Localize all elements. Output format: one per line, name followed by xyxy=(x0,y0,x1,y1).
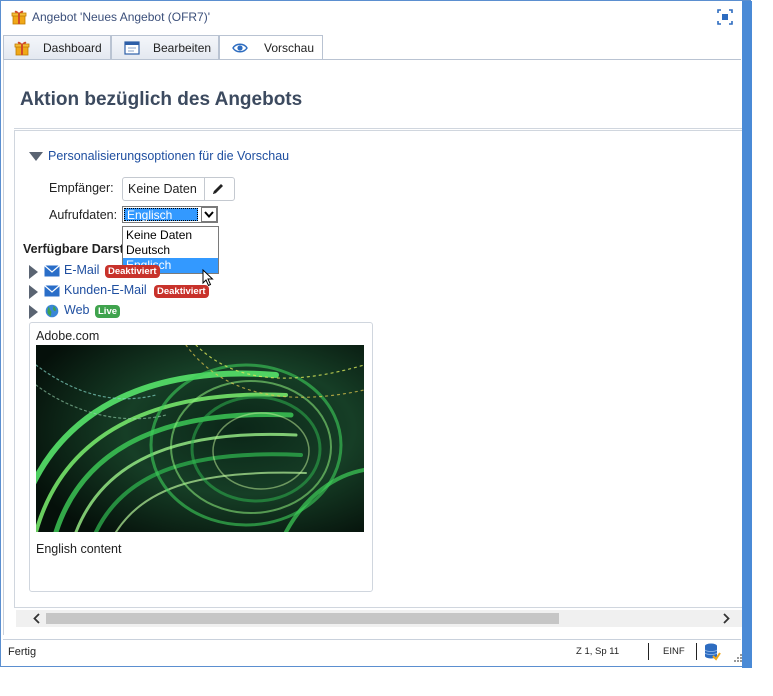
separator xyxy=(204,178,205,200)
separator xyxy=(648,643,649,660)
title-bar: Angebot 'Neues Angebot (OFR7)' xyxy=(1,1,741,33)
separator xyxy=(696,643,697,660)
channel-label: E-Mail xyxy=(64,263,100,277)
maximize-icon[interactable] xyxy=(717,9,733,25)
envelope-icon xyxy=(44,265,60,277)
personalization-label: Personalisierungsoptionen für die Vorsch… xyxy=(48,149,290,163)
dropdown-option[interactable]: Deutsch xyxy=(123,243,218,258)
window-title: Angebot 'Neues Angebot (OFR7)' xyxy=(32,10,211,24)
tab-edit[interactable]: Bearbeiten xyxy=(111,35,219,60)
chevron-down-icon[interactable] xyxy=(201,207,217,222)
form-window-icon xyxy=(124,41,140,55)
channel-customer-email[interactable]: Kunden-E-Mail Deaktiviert xyxy=(29,282,229,300)
personalization-panel: Personalisierungsoptionen für die Vorsch… xyxy=(14,130,744,608)
expand-arrow-icon[interactable] xyxy=(29,305,38,319)
status-bar: Fertig Z 1, Sp 11 EINF xyxy=(3,639,741,663)
resize-grip-icon[interactable] xyxy=(734,654,742,662)
status-badge: Deaktiviert xyxy=(154,285,209,298)
dropdown-option[interactable]: Keine Daten xyxy=(123,228,218,243)
eye-icon xyxy=(232,43,248,53)
preview-content: Aktion bezüglich des Angebots Personalis… xyxy=(3,60,744,635)
page-title: Aktion bezüglich des Angebots xyxy=(20,89,303,110)
channel-email[interactable]: E-Mail Deaktiviert xyxy=(29,262,229,280)
web-preview-card: Adobe.com English content xyxy=(29,322,373,592)
envelope-icon xyxy=(44,285,60,297)
preview-image xyxy=(36,345,364,532)
scrollbar-thumb[interactable] xyxy=(46,613,559,624)
tab-label: Bearbeiten xyxy=(153,41,212,55)
pencil-icon[interactable] xyxy=(208,181,228,198)
recipient-label: Empfänger: xyxy=(49,181,114,195)
cursor-position: Z 1, Sp 11 xyxy=(576,646,620,657)
globe-icon xyxy=(45,304,59,318)
calldata-selected-value: Englisch xyxy=(124,208,198,222)
channel-label: Kunden-E-Mail xyxy=(64,283,147,297)
recipient-field[interactable]: Keine Daten xyxy=(122,177,235,201)
tab-label: Vorschau xyxy=(264,41,315,55)
gift-icon xyxy=(11,10,27,25)
preview-content-text: English content xyxy=(36,542,122,556)
status-badge: Live xyxy=(95,305,121,318)
calldata-select[interactable]: Englisch xyxy=(122,206,218,223)
gift-icon xyxy=(14,41,30,56)
divider xyxy=(14,128,744,129)
expand-arrow-icon[interactable] xyxy=(29,285,38,299)
tab-label: Dashboard xyxy=(43,41,102,55)
database-icon[interactable] xyxy=(703,642,721,662)
status-badge: Deaktiviert xyxy=(105,265,160,278)
preview-site-label: Adobe.com xyxy=(36,329,100,343)
recipient-value: Keine Daten xyxy=(128,182,197,196)
scroll-right-icon[interactable] xyxy=(719,610,733,627)
calldata-label: Aufrufdaten: xyxy=(49,208,118,222)
collapse-arrow-icon[interactable] xyxy=(29,152,43,161)
channel-web[interactable]: Web Live xyxy=(29,302,149,320)
app-window: Angebot 'Neues Angebot (OFR7)' Dashboard… xyxy=(0,0,752,668)
insert-mode: EINF xyxy=(663,646,685,657)
horizontal-scrollbar[interactable] xyxy=(16,610,744,627)
tab-preview[interactable]: Vorschau xyxy=(219,35,323,61)
status-text: Fertig xyxy=(8,646,37,658)
scroll-left-icon[interactable] xyxy=(30,610,44,627)
channel-label: Web xyxy=(64,303,90,317)
tab-dashboard[interactable]: Dashboard xyxy=(3,35,111,60)
window-border xyxy=(742,1,752,668)
expand-arrow-icon[interactable] xyxy=(29,265,38,279)
